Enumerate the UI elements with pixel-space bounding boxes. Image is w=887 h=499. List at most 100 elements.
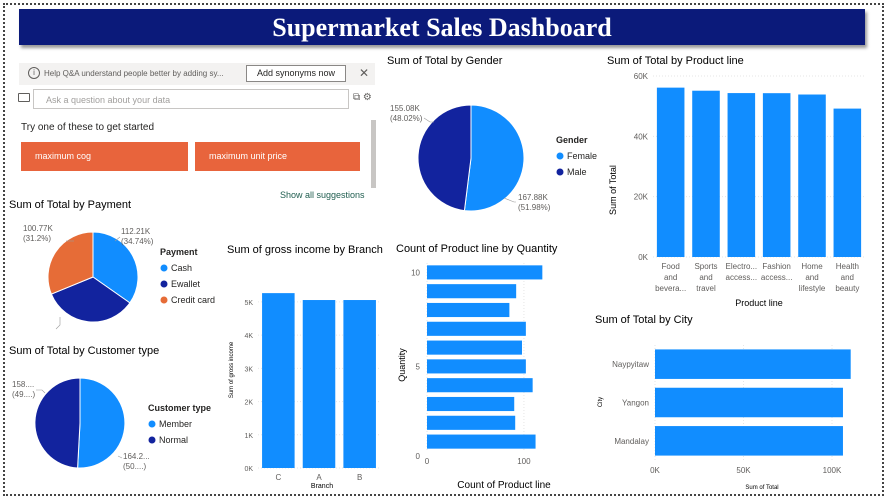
data-label-value: 164.2... <box>123 452 150 461</box>
y-tick-label: 1K <box>244 433 253 440</box>
x-tick-label: Health <box>836 262 859 271</box>
legend-item[interactable]: Male <box>567 167 587 177</box>
bar[interactable] <box>262 293 295 468</box>
x-tick-label: Food <box>662 262 680 271</box>
x-tick-label: and <box>805 273 818 282</box>
show-all-suggestions-link[interactable]: Show all suggestions <box>280 190 365 200</box>
leader-line <box>117 455 123 459</box>
page-title: Supermarket Sales Dashboard <box>272 13 612 42</box>
bar[interactable] <box>427 359 526 374</box>
bars: 0K 20K 40K 60K Food and bevera... Sports and trav… <box>634 72 865 293</box>
chart-title: Sum of Total by Payment <box>9 199 131 211</box>
close-icon[interactable]: ✕ <box>359 66 369 80</box>
bar[interactable] <box>656 87 685 257</box>
bar[interactable] <box>427 378 533 393</box>
chart-title: Sum of Total by Customer type <box>9 345 159 357</box>
x-axis-label: Product line <box>735 298 783 308</box>
bar[interactable] <box>727 93 756 258</box>
legend: Gender Female Male <box>556 135 597 177</box>
product-line-bar-chart: Sum of Total by Product line Sum of Tota… <box>607 55 865 308</box>
bar[interactable] <box>692 90 720 257</box>
add-synonyms-button[interactable]: Add synonyms now <box>246 65 346 82</box>
payment-pie-chart: Sum of Total by Payment 112.21K(34.74%) 1… <box>9 199 215 330</box>
data-label-value: 100.77K <box>23 224 53 233</box>
y-tick-label: 2K <box>244 400 253 407</box>
data-label-percent: (48.02%) <box>390 114 423 123</box>
data-label-percent: (31.2%) <box>23 234 51 243</box>
convert-visual-icon[interactable]: ⧉ <box>353 92 360 103</box>
title-banner: Supermarket Sales Dashboard <box>19 9 865 45</box>
x-tick-label: and <box>664 273 677 282</box>
bar[interactable] <box>302 300 336 468</box>
bar[interactable] <box>655 426 843 456</box>
x-tick-label: Fashion <box>762 262 790 271</box>
qa-question-input[interactable]: Ask a question about your data <box>33 89 349 109</box>
x-axis-label: Sum of Total <box>745 485 778 491</box>
qa-tip-bar: i Help Q&A understand people better by a… <box>19 63 375 85</box>
pie-slice-female[interactable] <box>463 104 525 212</box>
legend-item[interactable]: Female <box>567 151 597 161</box>
bar[interactable] <box>343 300 376 468</box>
x-axis-label: Count of Product line <box>457 480 551 491</box>
legend-item[interactable]: Cash <box>171 263 192 273</box>
bar[interactable] <box>427 265 543 280</box>
bars: 0K 50K 100K Naypyitaw Yangon Mandalay <box>612 345 851 475</box>
data-label-percent: (49....) <box>12 390 35 399</box>
pie-slice-normal[interactable] <box>34 377 81 469</box>
suggestion-maximum-cog[interactable]: maximum cog <box>21 142 188 171</box>
x-tick-label: Electro... <box>726 262 758 271</box>
legend-marker <box>556 168 564 176</box>
x-tick-label: and <box>699 273 712 282</box>
chart-title: Sum of Total by Gender <box>387 55 503 67</box>
pie-slices <box>417 104 525 212</box>
data-label-value: 155.08K <box>390 104 420 113</box>
bar[interactable] <box>427 434 536 449</box>
bar[interactable] <box>427 340 522 355</box>
bar[interactable] <box>833 108 862 257</box>
y-tick-label: Mandalay <box>614 437 649 446</box>
bar[interactable] <box>427 321 526 336</box>
bar[interactable] <box>427 302 510 318</box>
legend-item[interactable]: Normal <box>159 435 188 445</box>
legend-marker <box>148 436 156 444</box>
bars: 0 100 0 5 10 <box>411 263 543 466</box>
x-tick-label: 100 <box>517 457 531 466</box>
legend-marker <box>160 280 168 288</box>
legend-title: Gender <box>556 135 588 145</box>
x-tick-label: Home <box>801 262 823 271</box>
bar[interactable] <box>655 349 851 379</box>
y-axis-label: Quantity <box>397 348 407 382</box>
gear-icon[interactable]: ⚙ <box>363 92 372 103</box>
y-tick-label: 40K <box>634 132 649 141</box>
legend-item[interactable]: Member <box>159 419 192 429</box>
x-tick-label: access... <box>726 273 758 282</box>
bar[interactable] <box>427 396 515 412</box>
x-tick-label: A <box>316 473 322 482</box>
pie-slice-member[interactable] <box>77 377 126 469</box>
y-tick-label: 3K <box>244 366 253 373</box>
chart-title: Sum of Total by Product line <box>607 55 744 67</box>
qa-scrollbar[interactable] <box>371 120 376 188</box>
x-tick-label: 0 <box>425 457 430 466</box>
quantity-bar-chart: Count of Product line by Quantity Quanti… <box>396 243 558 491</box>
legend: Payment Cash Ewallet Credit card <box>160 247 215 305</box>
x-tick-label: access... <box>761 273 793 282</box>
x-tick-label: lifestyle <box>799 284 826 293</box>
pie-slice-male[interactable] <box>417 104 472 212</box>
legend-item[interactable]: Ewallet <box>171 279 201 289</box>
y-tick-label: Yangon <box>622 399 649 408</box>
y-tick-label: 0K <box>638 253 648 262</box>
branch-bar-chart: Sum of gross income by Branch Sum of gro… <box>227 244 383 490</box>
bar[interactable] <box>427 415 516 430</box>
bar[interactable] <box>655 387 843 418</box>
x-tick-label: B <box>357 473 362 482</box>
bars: 0K 1K 2K 3K 4K 5K C A B <box>244 293 380 482</box>
legend: Customer type Member Normal <box>148 403 211 445</box>
y-tick-label: 60K <box>634 72 649 81</box>
bar[interactable] <box>762 93 791 257</box>
legend-item[interactable]: Credit card <box>171 295 215 305</box>
suggestion-maximum-unit-price[interactable]: maximum unit price <box>195 142 360 171</box>
bar[interactable] <box>798 94 826 257</box>
legend-marker <box>148 420 156 428</box>
bar[interactable] <box>427 284 517 299</box>
